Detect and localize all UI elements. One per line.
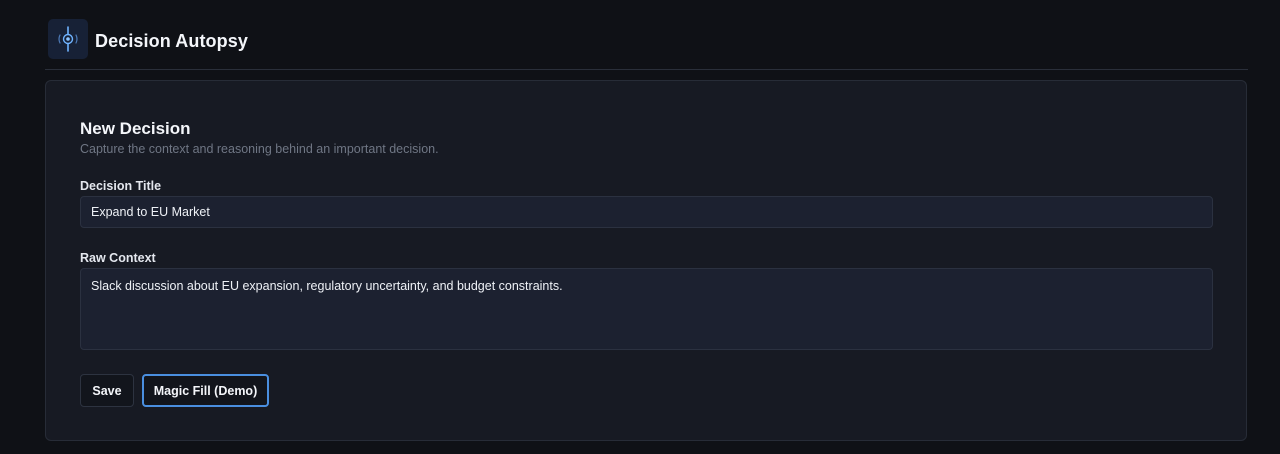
form-subtitle: Capture the context and reasoning behind… xyxy=(80,142,439,156)
decision-title-input[interactable] xyxy=(80,196,1213,228)
new-decision-card: New Decision Capture the context and rea… xyxy=(45,80,1247,441)
app-title: Decision Autopsy xyxy=(95,31,248,51)
raw-context-textarea[interactable]: Slack discussion about EU expansion, reg… xyxy=(80,268,1213,350)
decision-title-label: Decision Title xyxy=(80,179,162,193)
form-title: New Decision xyxy=(80,119,191,138)
raw-context-label: Raw Context xyxy=(80,251,156,265)
app-header: Decision Autopsy xyxy=(45,0,1248,70)
save-button[interactable]: Save xyxy=(80,374,134,407)
logo[interactable] xyxy=(48,19,88,59)
magic-fill-button[interactable]: Magic Fill (Demo) xyxy=(142,374,269,407)
crosshair-target-icon xyxy=(58,26,78,52)
